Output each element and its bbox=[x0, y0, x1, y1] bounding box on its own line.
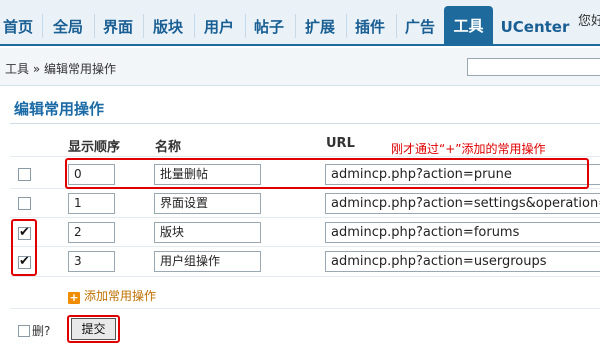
nav-ads[interactable]: 广告 bbox=[400, 9, 440, 46]
breadcrumb: 工具 » 编辑常用操作 bbox=[5, 62, 116, 76]
nav-interface[interactable]: 界面 bbox=[98, 9, 138, 46]
annotation-text: 刚才通过“+”添加的常用操作 bbox=[391, 142, 546, 156]
page-title: 编辑常用操作 bbox=[14, 100, 105, 118]
url-input[interactable]: admincp.php?action=forums bbox=[325, 222, 600, 243]
order-input[interactable]: 1 bbox=[68, 193, 115, 214]
nav-global[interactable]: 全局 bbox=[48, 9, 88, 46]
add-operation-link[interactable]: + 添加常用操作 bbox=[68, 287, 156, 304]
delete-label: 删? bbox=[32, 324, 51, 338]
nav-users[interactable]: 用户 bbox=[199, 9, 239, 46]
name-input[interactable]: 界面设置 bbox=[154, 193, 261, 214]
nav-tools[interactable]: 工具 bbox=[444, 6, 493, 46]
url-input[interactable]: admincp.php?action=usergroups bbox=[325, 251, 600, 272]
top-nav: 首页 全局 界面 版块 用户 帖子 扩展 插件 广告 工具 UCenter 您好 bbox=[0, 0, 600, 46]
row-checkbox[interactable] bbox=[18, 168, 31, 181]
name-input[interactable]: 用户组操作 bbox=[154, 251, 261, 272]
annotation-highlight-checkboxes bbox=[11, 219, 37, 276]
row-divider bbox=[10, 156, 600, 157]
name-input[interactable]: 版块 bbox=[154, 222, 261, 243]
header-url: URL bbox=[326, 136, 355, 151]
row-divider bbox=[10, 217, 600, 218]
annotation-highlight-submit bbox=[67, 315, 120, 343]
greeting-text: 您好 bbox=[578, 14, 600, 29]
delete-option[interactable]: 删? bbox=[18, 322, 50, 339]
header-name: 名称 bbox=[155, 140, 182, 155]
header-order: 显示顺序 bbox=[68, 140, 121, 155]
delete-checkbox[interactable] bbox=[18, 325, 30, 337]
nav-threads[interactable]: 帖子 bbox=[249, 9, 289, 46]
nav-home[interactable]: 首页 bbox=[0, 9, 36, 46]
row-divider bbox=[10, 246, 600, 247]
plus-icon: + bbox=[68, 291, 80, 304]
order-input[interactable]: 3 bbox=[68, 251, 115, 272]
nav-forums[interactable]: 版块 bbox=[148, 9, 188, 46]
url-input[interactable]: admincp.php?action=settings&operation=s bbox=[325, 193, 600, 214]
annotation-highlight-row bbox=[65, 158, 589, 189]
search-input[interactable] bbox=[467, 58, 600, 76]
nav-extensions[interactable]: 扩展 bbox=[300, 9, 340, 46]
admin-page: 首页 全局 界面 版块 用户 帖子 扩展 插件 广告 工具 UCenter 您好… bbox=[0, 0, 600, 350]
order-input[interactable]: 2 bbox=[68, 222, 115, 243]
row-divider bbox=[10, 276, 600, 277]
add-operation-label: 添加常用操作 bbox=[84, 289, 157, 303]
row-divider bbox=[10, 308, 600, 309]
breadcrumb-bar: 工具 » 编辑常用操作 bbox=[0, 48, 600, 86]
title-divider bbox=[10, 123, 600, 124]
nav-plugins[interactable]: 插件 bbox=[350, 9, 390, 46]
nav-ucenter[interactable]: UCenter bbox=[500, 9, 570, 46]
row-checkbox[interactable] bbox=[18, 197, 31, 210]
